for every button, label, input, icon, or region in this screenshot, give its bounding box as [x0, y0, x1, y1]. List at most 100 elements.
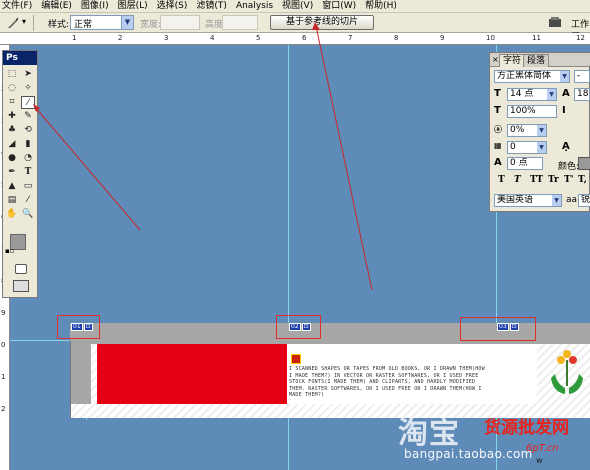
kerning-value: 0 — [510, 142, 516, 152]
quick-mask-icon[interactable] — [15, 264, 27, 274]
red-site-watermark: 货源批发网 — [484, 418, 569, 438]
baseline-shift-field[interactable]: 0 点 — [507, 157, 543, 170]
lasso-tool-icon[interactable]: ◌ — [5, 82, 19, 95]
small-caps-button[interactable]: Tr — [548, 175, 559, 185]
ruler-tick-label: 6 — [302, 34, 307, 42]
ruler-tick-label: 10 — [486, 34, 495, 42]
path-selection-tool-icon[interactable]: ▲ — [5, 180, 19, 193]
vertical-scale-field[interactable]: 100% — [507, 105, 557, 118]
slice-tool-icon[interactable]: ⁄ — [21, 96, 35, 109]
tracking-icon: ⓐ — [494, 125, 502, 134]
marquee-tool-icon[interactable]: ⬚ — [5, 68, 19, 81]
menu-help[interactable]: 帮助(H) — [365, 0, 397, 12]
all-caps-button[interactable]: TT — [530, 175, 543, 185]
type-tool-icon[interactable]: T — [21, 166, 35, 179]
screen-mode-icon[interactable] — [13, 280, 29, 292]
menu-window[interactable]: 窗口(W) — [322, 0, 356, 12]
language-value: 美国英语 — [497, 195, 534, 205]
slice-tool-icon[interactable] — [6, 16, 20, 30]
width-label: 宽度: — [140, 20, 162, 30]
chevron-down-icon: ▼ — [547, 89, 556, 100]
faux-bold-button[interactable]: T — [498, 175, 505, 185]
chevron-down-icon: ▼ — [537, 142, 546, 153]
leading-field[interactable]: 18.1 — [574, 88, 590, 101]
healing-brush-tool-icon[interactable]: ✚ — [5, 110, 19, 123]
ruler-tick-label: 12 — [576, 34, 585, 42]
kerning-select[interactable]: 0 ▼ — [507, 141, 547, 154]
tracking-value: 0% — [510, 125, 525, 135]
blur-tool-icon[interactable]: ● — [5, 152, 19, 165]
annotation-arrow — [315, 25, 373, 291]
menu-layer[interactable]: 图层(L) — [118, 0, 148, 12]
style-select-value: 正常 — [74, 20, 93, 30]
workspace-icon[interactable] — [548, 16, 564, 29]
history-brush-tool-icon[interactable]: ⟲ — [21, 124, 35, 137]
menu-bar: 文件(F) 编辑(E) 图像(I) 图层(L) 选择(S) 滤镜(T) Anal… — [0, 0, 590, 13]
menu-file[interactable]: 文件(F) — [2, 0, 32, 12]
chevron-down-icon: ▼ — [537, 125, 546, 136]
document-canvas[interactable]: I SCANNED SHAPES OR TAPES FROM OLD BOOKS… — [70, 340, 590, 418]
site-logo-watermark: 6pT.cn — [526, 443, 559, 454]
ruler-tick-label: 7 — [348, 34, 353, 42]
eraser-tool-icon[interactable]: ◢ — [5, 138, 19, 151]
menu-select[interactable]: 选择(S) — [157, 0, 188, 12]
font-style-select[interactable]: - — [574, 70, 590, 83]
toolbox-logo: Ps — [3, 51, 37, 65]
zoom-tool-icon[interactable]: 🔍 — [21, 208, 35, 221]
text-color-swatch[interactable] — [578, 157, 590, 170]
anti-alias-select[interactable]: 锐 — [578, 194, 590, 207]
ruler-tick-label: 2 — [1, 405, 6, 413]
menu-edit[interactable]: 编辑(E) — [41, 0, 72, 12]
ruler-tick-label: 11 — [532, 34, 541, 42]
eyedropper-tool-icon[interactable]: ⁄ — [21, 194, 35, 207]
baseline-shift-icon: A — [494, 157, 502, 168]
options-bar: ▾ 样式: 正常 ▼ 宽度: 高度: 基于参考线的切片 工作区 — [0, 13, 590, 43]
leading-icon: A — [562, 88, 570, 99]
dodge-tool-icon[interactable]: ◔ — [21, 152, 35, 165]
tab-character[interactable]: 字符 — [499, 54, 526, 67]
font-family-select[interactable]: 方正黑体简体 ▼ — [494, 70, 570, 83]
description-text: I SCANNED SHAPES OR TAPES FROM OLD BOOKS… — [289, 366, 485, 398]
menu-analysis[interactable]: Analysis — [236, 0, 273, 12]
font-size-field[interactable]: 14 点 ▼ — [507, 88, 557, 101]
gradient-tool-icon[interactable]: ▮ — [21, 138, 35, 151]
menu-view[interactable]: 视图(V) — [282, 0, 313, 12]
slice-highlight-01 — [57, 315, 100, 339]
clone-stamp-tool-icon[interactable]: ♣ — [5, 124, 19, 137]
height-field[interactable] — [222, 15, 258, 30]
style-select[interactable]: 正常 ▼ — [70, 15, 134, 30]
font-size-icon: T — [494, 88, 501, 99]
red-banner-block — [97, 344, 287, 404]
menu-filter[interactable]: 滤镜(T) — [196, 0, 227, 12]
tab-paragraph[interactable]: 段落 — [523, 54, 550, 67]
tool-preset-arrow[interactable]: ▾ — [22, 17, 26, 26]
ruler-tick-label: 9 — [440, 34, 445, 42]
superscript-button[interactable]: T' — [564, 175, 573, 185]
shape-tool-icon[interactable]: ▭ — [21, 180, 35, 193]
pen-tool-icon[interactable]: ✒ — [5, 166, 19, 179]
language-select[interactable]: 美国英语 ▼ — [494, 194, 562, 207]
crop-tool-icon[interactable]: ⌗ — [5, 96, 19, 109]
toolbox-panel: Ps ⬚ ➤ ◌ ✧ ⌗ ⁄ ✚ ✎ ♣ ⟲ ◢ ▮ ● ◔ ✒ T ▲ ▭ ▤… — [2, 50, 38, 298]
faux-italic-button[interactable]: T — [514, 175, 521, 185]
move-tool-icon[interactable]: ➤ — [21, 68, 35, 81]
hand-tool-icon[interactable]: ✋ — [5, 208, 19, 221]
close-icon[interactable]: × — [492, 55, 499, 64]
ruler-tick-label: 4 — [210, 34, 215, 42]
notes-tool-icon[interactable]: ▤ — [5, 194, 19, 207]
brush-tool-icon[interactable]: ✎ — [21, 110, 35, 123]
separator — [33, 15, 34, 31]
slice-highlight-03 — [460, 317, 536, 341]
magic-wand-tool-icon[interactable]: ✧ — [21, 82, 35, 95]
slices-from-guides-button[interactable]: 基于参考线的切片 — [270, 15, 374, 30]
horizontal-scale-icon: I — [562, 105, 566, 116]
default-colors-icon[interactable]: ▪▫ — [5, 247, 15, 255]
tracking-select[interactable]: 0% ▼ — [507, 124, 547, 137]
ruler-tick-label: 1 — [1, 373, 6, 381]
download-watermark: w — [536, 456, 543, 465]
vertical-scale-icon: T — [494, 105, 501, 116]
subscript-button[interactable]: T, — [578, 175, 587, 185]
width-field[interactable] — [160, 15, 200, 30]
ruler-tick-label: 2 — [118, 34, 123, 42]
menu-image[interactable]: 图像(I) — [81, 0, 109, 12]
